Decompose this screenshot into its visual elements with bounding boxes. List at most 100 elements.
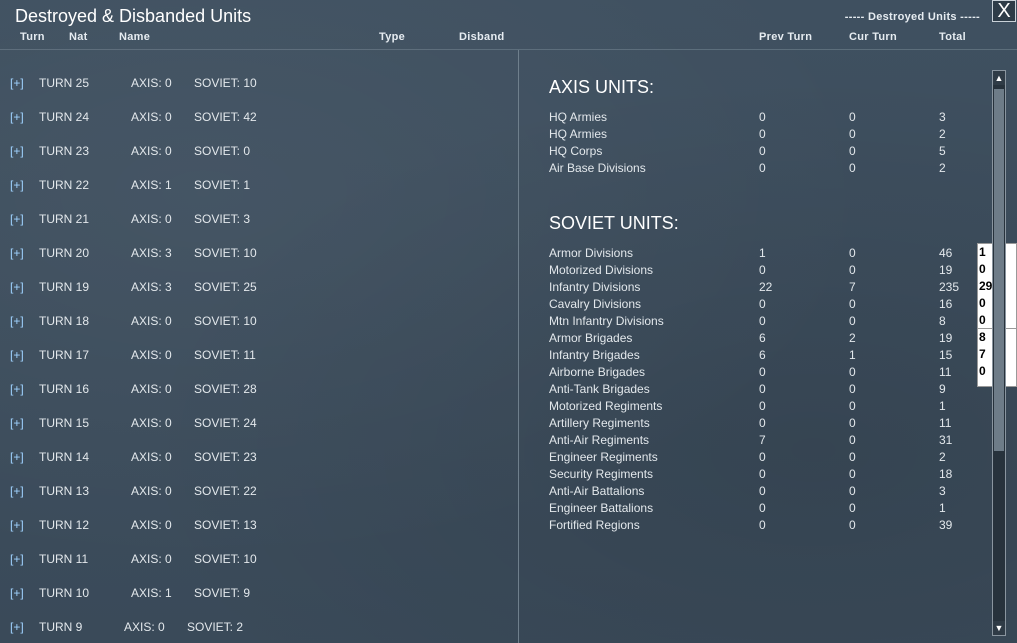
- prev-turn-value: 7: [759, 433, 766, 447]
- turn-row[interactable]: [+] TURN 10 AXIS: 1 SOVIET: 9: [0, 586, 500, 602]
- cur-turn-value: 0: [849, 433, 856, 447]
- unit-row: Fortified Regions 0 0 39: [549, 518, 979, 535]
- turn-row[interactable]: [+] TURN 17 AXIS: 0 SOVIET: 11: [0, 348, 500, 364]
- turn-expander-button[interactable]: [+]: [10, 552, 24, 566]
- scroll-up-arrow-icon[interactable]: ▲: [993, 71, 1005, 85]
- axis-count: AXIS: 0: [131, 314, 172, 328]
- unit-name: Engineer Regiments: [549, 450, 658, 464]
- soviet-count: SOVIET: 10: [194, 76, 257, 90]
- turn-expander-button[interactable]: [+]: [10, 348, 24, 362]
- column-header-name[interactable]: Name: [119, 31, 150, 43]
- turn-expander-button[interactable]: [+]: [10, 382, 24, 396]
- soviet-count: SOVIET: 25: [194, 280, 257, 294]
- unit-row: HQ Armies 0 0 3: [549, 110, 979, 127]
- turn-expander-button[interactable]: [+]: [10, 144, 24, 158]
- column-header-disband[interactable]: Disband: [459, 31, 505, 43]
- turn-row[interactable]: [+] TURN 15 AXIS: 0 SOVIET: 24: [0, 416, 500, 432]
- turn-row[interactable]: [+] TURN 9 AXIS: 0 SOVIET: 2: [0, 620, 500, 636]
- prev-turn-value: 0: [759, 450, 766, 464]
- close-button[interactable]: X: [992, 0, 1016, 22]
- turn-row[interactable]: [+] TURN 12 AXIS: 0 SOVIET: 13: [0, 518, 500, 534]
- turn-label: TURN 22: [39, 178, 90, 192]
- turn-row[interactable]: [+] TURN 11 AXIS: 0 SOVIET: 10: [0, 552, 500, 568]
- unit-row: Motorized Divisions 0 0 19: [549, 263, 979, 280]
- cur-turn-value: 0: [849, 382, 856, 396]
- turn-row[interactable]: [+] TURN 16 AXIS: 0 SOVIET: 28: [0, 382, 500, 398]
- turn-row[interactable]: [+] TURN 20 AXIS: 3 SOVIET: 10: [0, 246, 500, 262]
- turn-expander-button[interactable]: [+]: [10, 76, 24, 90]
- turn-expander-button[interactable]: [+]: [10, 178, 24, 192]
- panel-divider: [518, 50, 519, 643]
- prev-turn-value: 0: [759, 144, 766, 158]
- turn-expander-button[interactable]: [+]: [10, 518, 24, 532]
- turn-row[interactable]: [+] TURN 21 AXIS: 0 SOVIET: 3: [0, 212, 500, 228]
- turn-expander-button[interactable]: [+]: [10, 620, 24, 634]
- turn-expander-button[interactable]: [+]: [10, 212, 24, 226]
- total-value: 19: [939, 263, 953, 277]
- soviet-count: SOVIET: 10: [194, 246, 257, 260]
- turn-row[interactable]: [+] TURN 14 AXIS: 0 SOVIET: 23: [0, 450, 500, 466]
- turn-row[interactable]: [+] TURN 22 AXIS: 1 SOVIET: 1: [0, 178, 500, 194]
- unit-name: Infantry Divisions: [549, 280, 641, 294]
- total-value: 1: [939, 399, 946, 413]
- axis-count: AXIS: 0: [131, 144, 172, 158]
- turn-expander-button[interactable]: [+]: [10, 280, 24, 294]
- total-value: 9: [939, 382, 946, 396]
- cur-turn-value: 0: [849, 365, 856, 379]
- column-header-type[interactable]: Type: [379, 31, 405, 43]
- prev-turn-value: 0: [759, 110, 766, 124]
- turn-expander-button[interactable]: [+]: [10, 110, 24, 124]
- axis-count: AXIS: 0: [131, 212, 172, 226]
- turn-expander-button[interactable]: [+]: [10, 586, 24, 600]
- cur-turn-value: 0: [849, 314, 856, 328]
- scrollbar-thumb[interactable]: [994, 89, 1004, 451]
- prev-turn-value: 0: [759, 263, 766, 277]
- axis-count: AXIS: 0: [131, 416, 172, 430]
- axis-count: AXIS: 0: [131, 450, 172, 464]
- vertical-scrollbar[interactable]: ▲ ▼: [992, 70, 1006, 636]
- turn-expander-button[interactable]: [+]: [10, 246, 24, 260]
- soviet-count: SOVIET: 11: [194, 348, 256, 362]
- unit-name: HQ Armies: [549, 127, 608, 141]
- turn-label: TURN 9: [39, 620, 83, 634]
- turn-row[interactable]: [+] TURN 13 AXIS: 0 SOVIET: 22: [0, 484, 500, 500]
- unit-name: Anti-Air Battalions: [549, 484, 645, 498]
- unit-name: HQ Corps: [549, 144, 603, 158]
- turn-row[interactable]: [+] TURN 18 AXIS: 0 SOVIET: 10: [0, 314, 500, 330]
- turn-row[interactable]: [+] TURN 24 AXIS: 0 SOVIET: 42: [0, 110, 500, 126]
- cur-turn-value: 0: [849, 450, 856, 464]
- prev-turn-value: 0: [759, 382, 766, 396]
- unit-name: Anti-Tank Brigades: [549, 382, 650, 396]
- prev-turn-value: 0: [759, 484, 766, 498]
- turn-label: TURN 17: [39, 348, 90, 362]
- column-header-total: Total: [939, 31, 966, 43]
- soviet-count: SOVIET: 28: [194, 382, 257, 396]
- unit-name: Engineer Battalions: [549, 501, 654, 515]
- unit-name: Airborne Brigades: [549, 365, 646, 379]
- turn-row[interactable]: [+] TURN 23 AXIS: 0 SOVIET: 0: [0, 144, 500, 160]
- turn-expander-button[interactable]: [+]: [10, 314, 24, 328]
- cur-turn-value: 0: [849, 110, 856, 124]
- destroyed-units-header: ----- Destroyed Units -----: [844, 11, 980, 23]
- turn-expander-button[interactable]: [+]: [10, 484, 24, 498]
- window-title: Destroyed & Disbanded Units: [15, 6, 252, 26]
- cur-turn-value: 0: [849, 144, 856, 158]
- column-header-turn[interactable]: Turn: [20, 31, 45, 43]
- turn-label: TURN 18: [39, 314, 90, 328]
- unit-row: Engineer Battalions 0 0 1: [549, 501, 979, 518]
- scroll-down-arrow-icon[interactable]: ▼: [993, 621, 1005, 635]
- turn-expander-button[interactable]: [+]: [10, 450, 24, 464]
- turn-row[interactable]: [+] TURN 25 AXIS: 0 SOVIET: 10: [0, 76, 500, 92]
- turn-label: TURN 21: [39, 212, 90, 226]
- unit-name: Security Regiments: [549, 467, 654, 481]
- turn-row[interactable]: [+] TURN 19 AXIS: 3 SOVIET: 25: [0, 280, 500, 296]
- total-value: 31: [939, 433, 953, 447]
- axis-count: AXIS: 0: [131, 110, 172, 124]
- cur-turn-value: 0: [849, 518, 856, 532]
- total-value: 2: [939, 127, 946, 141]
- total-value: 15: [939, 348, 953, 362]
- turn-expander-button[interactable]: [+]: [10, 416, 24, 430]
- column-header-nat[interactable]: Nat: [69, 31, 88, 43]
- soviet-count: SOVIET: 10: [194, 552, 257, 566]
- prev-turn-value: 0: [759, 399, 766, 413]
